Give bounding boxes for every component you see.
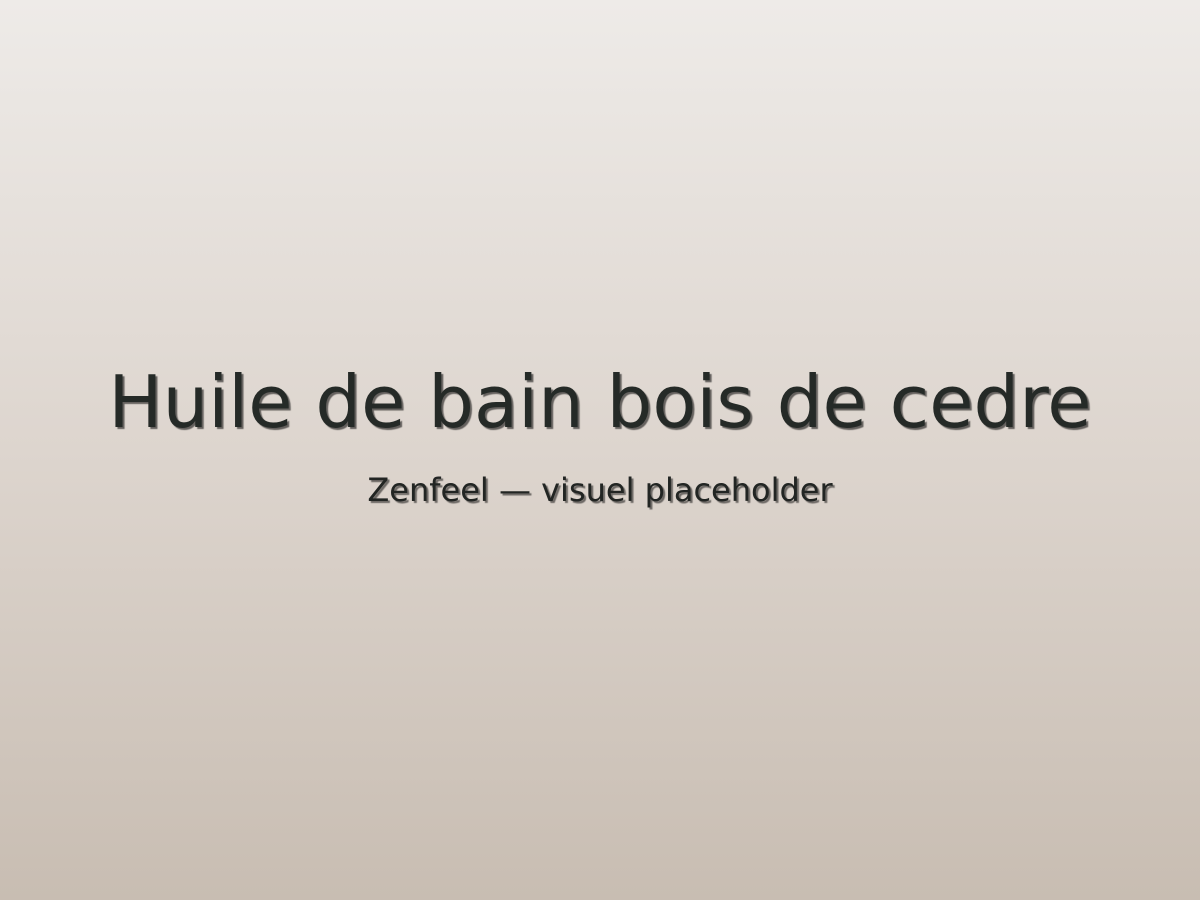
- brand-caption: Zenfeel — visuel placeholder: [367, 471, 833, 509]
- product-title: Huile de bain bois de cedre: [108, 360, 1092, 444]
- placeholder-image: Huile de bain bois de cedre Zenfeel — vi…: [0, 0, 1200, 900]
